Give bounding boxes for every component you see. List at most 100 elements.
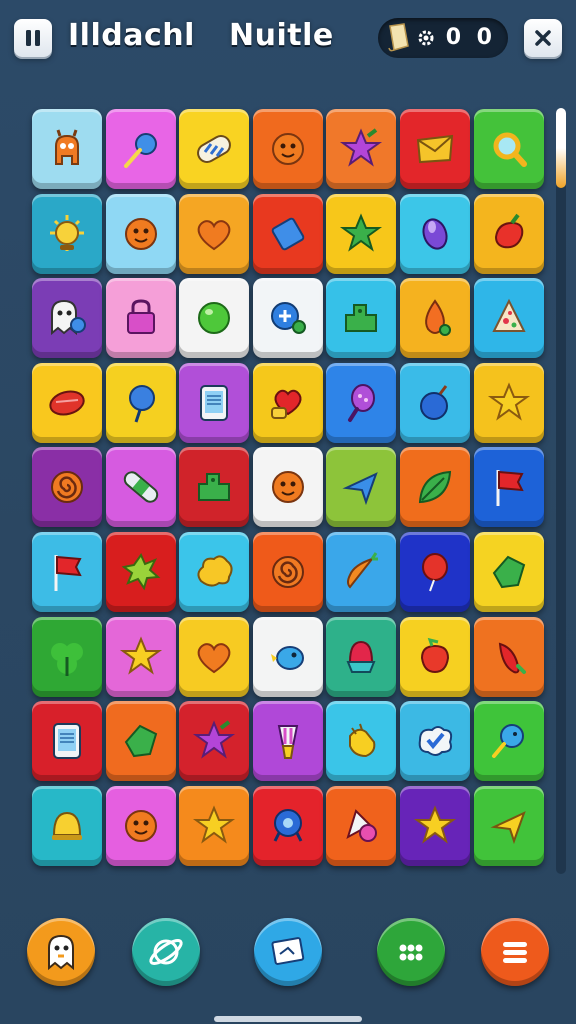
tile-cheese[interactable] (473, 278, 544, 359)
tile-heart-hand[interactable] (252, 362, 323, 443)
heart-icon (197, 642, 231, 673)
tile-bean[interactable] (400, 193, 470, 274)
ghost-button[interactable] (27, 918, 95, 986)
tile-arrow[interactable] (326, 447, 397, 528)
tile-face[interactable] (105, 193, 176, 274)
tile-orb-plus[interactable] (252, 278, 323, 359)
tile-sun[interactable] (32, 193, 102, 274)
tile-swirl[interactable] (32, 447, 102, 528)
carrot-icon (347, 552, 379, 589)
tile-star[interactable] (400, 785, 470, 866)
blocks-icon (345, 304, 378, 333)
tile-envelope[interactable] (400, 109, 470, 189)
tile-carrot[interactable] (326, 532, 397, 612)
tile-creature[interactable] (32, 109, 102, 189)
shield-icon (492, 555, 525, 589)
tile-star-green[interactable] (326, 193, 397, 274)
tile-orb-blue[interactable] (252, 785, 323, 866)
tile-blocks[interactable] (179, 447, 250, 528)
creature-icon (55, 129, 79, 165)
tile-orb-wand[interactable] (105, 109, 176, 189)
tile-star-purple[interactable] (326, 109, 397, 189)
tile-star[interactable] (473, 362, 544, 443)
close-button[interactable] (524, 19, 562, 57)
pause-button[interactable] (14, 19, 52, 57)
tile-leaf[interactable] (400, 447, 470, 528)
plum-icon (420, 384, 448, 420)
tile-fish[interactable] (473, 701, 544, 782)
tile-racket[interactable] (326, 362, 397, 443)
tile-face[interactable] (105, 785, 176, 866)
tile-pepper[interactable] (473, 193, 544, 274)
tile-magnifier[interactable] (473, 109, 544, 189)
tile-mask[interactable] (326, 785, 397, 866)
top-bar: Illdachl Nuitle 0 0 (0, 0, 576, 78)
game-title-right: Nuitle (229, 18, 334, 53)
tile-heart[interactable] (179, 193, 250, 274)
tile-splat[interactable] (105, 532, 176, 612)
envelope-icon (416, 134, 454, 164)
ball-green-icon (198, 302, 231, 335)
tile-clover[interactable] (32, 616, 102, 697)
tile-flag[interactable] (473, 447, 544, 528)
tile-bird[interactable] (252, 616, 323, 697)
tile-face[interactable] (252, 109, 323, 189)
tile-ghost[interactable] (32, 278, 102, 359)
splat-icon (121, 552, 161, 591)
tile-brush[interactable] (252, 701, 323, 782)
tile-tablet[interactable] (32, 701, 102, 782)
shield-icon (124, 724, 157, 758)
cloud-icon (197, 555, 233, 587)
tile-hand[interactable] (326, 701, 397, 782)
tile-blocks[interactable] (326, 278, 397, 359)
board-scrollbar[interactable] (556, 108, 566, 874)
swirl-icon (51, 471, 83, 504)
tile-ball-red[interactable] (32, 362, 102, 443)
shuffle-button[interactable] (132, 918, 200, 986)
gem-icon (346, 640, 376, 673)
tile-bell[interactable] (32, 785, 102, 866)
menu-button[interactable] (481, 918, 549, 986)
home-indicator[interactable] (214, 1016, 362, 1022)
pepper-icon (494, 213, 523, 248)
ghost-icon (48, 934, 74, 971)
tile-badge[interactable] (400, 701, 470, 782)
berry-icon (420, 637, 450, 673)
tile-shield[interactable] (105, 701, 176, 782)
tile-cloud[interactable] (179, 532, 250, 612)
star-icon (119, 635, 162, 675)
tile-bandage[interactable] (105, 447, 176, 528)
tile-ball-green[interactable] (179, 278, 250, 359)
tile-star[interactable] (105, 616, 176, 697)
tile-diamond[interactable] (252, 193, 323, 274)
flag-icon (496, 470, 524, 507)
tile-flag[interactable] (32, 532, 102, 612)
hint-button[interactable] (254, 918, 322, 986)
planet-icon (149, 939, 183, 965)
dots-button[interactable] (377, 918, 445, 986)
tile-star-purple[interactable] (179, 701, 250, 782)
tile-lock[interactable] (105, 278, 176, 359)
orb-plus-icon (270, 302, 306, 335)
magnifier-icon (493, 132, 527, 167)
tile-swirl[interactable] (252, 532, 323, 612)
tile-chili[interactable] (473, 616, 544, 697)
tile-drop[interactable] (400, 278, 470, 359)
tile-heart[interactable] (179, 616, 250, 697)
tile-berry[interactable] (400, 616, 470, 697)
tile-face[interactable] (252, 447, 323, 528)
tile-candy[interactable] (105, 362, 176, 443)
gear-icon[interactable] (416, 28, 436, 48)
tile-gem[interactable] (326, 616, 397, 697)
star-icon (193, 805, 236, 844)
tile-balloon[interactable] (400, 532, 470, 612)
tile-arrow-yellow[interactable] (473, 785, 544, 866)
clover-icon (51, 642, 83, 676)
bean-icon (422, 218, 448, 250)
scrollbar-thumb[interactable] (556, 108, 566, 188)
tile-star[interactable] (179, 785, 250, 866)
tile-plum[interactable] (400, 362, 470, 443)
tile-capsule[interactable] (179, 109, 250, 189)
tile-tablet[interactable] (179, 362, 250, 443)
tile-shield[interactable] (473, 532, 544, 612)
